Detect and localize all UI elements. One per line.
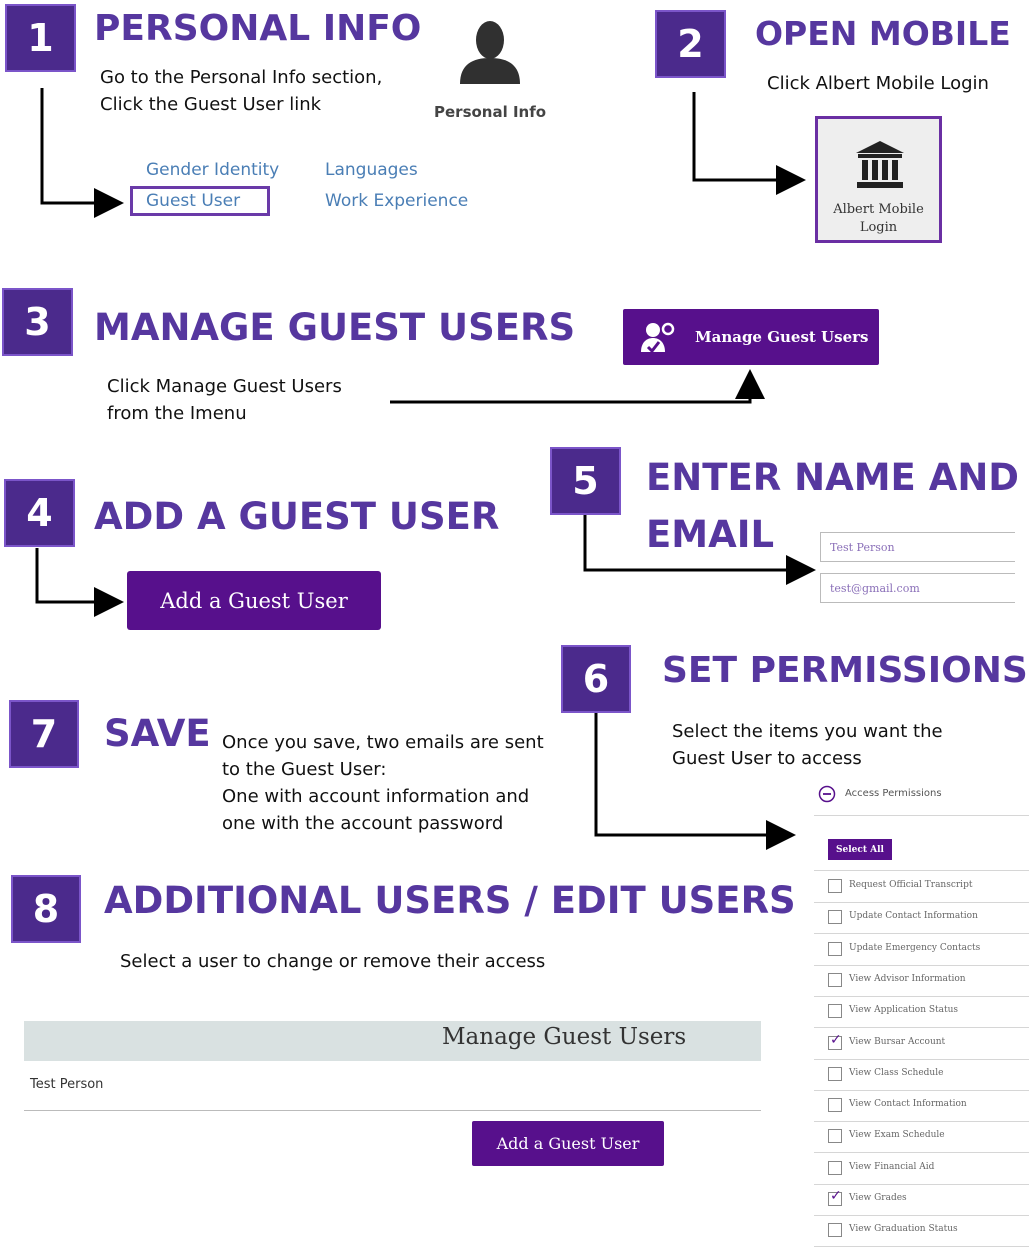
step-7-line-2: to the Guest User: bbox=[222, 759, 387, 780]
table-divider bbox=[24, 1110, 761, 1111]
permission-row[interactable]: ✓ View Grades bbox=[814, 1184, 1029, 1216]
permissions-divider bbox=[814, 815, 1029, 816]
permission-row[interactable]: View Graduation Status bbox=[814, 1215, 1029, 1247]
guest-user-row[interactable]: Test Person bbox=[30, 1077, 103, 1092]
step-7-line-4: one with the account password bbox=[222, 813, 504, 834]
permission-row[interactable]: View Class Schedule bbox=[814, 1059, 1029, 1091]
permission-checkbox[interactable]: ✓ bbox=[828, 1032, 842, 1050]
permission-label: View Bursar Account bbox=[849, 1036, 946, 1047]
manage-guest-users-label: Manage Guest Users bbox=[695, 328, 869, 346]
permission-checkbox[interactable] bbox=[828, 1098, 842, 1113]
guest-user-link[interactable]: Guest User bbox=[146, 191, 240, 211]
step-7-line-3: One with account information and bbox=[222, 786, 530, 807]
permission-row[interactable]: View Contact Information bbox=[814, 1090, 1029, 1123]
step-3-number: 3 bbox=[2, 288, 73, 356]
permission-checkbox[interactable] bbox=[828, 1160, 842, 1175]
step-6-line-1: Select the items you want the bbox=[672, 721, 943, 742]
step-6-title: SET PERMISSIONS bbox=[662, 650, 1028, 691]
step-2-number: 2 bbox=[655, 10, 726, 78]
permission-label: View Class Schedule bbox=[849, 1067, 944, 1078]
select-all-button[interactable]: Select All bbox=[828, 839, 892, 860]
permission-row[interactable]: Update Contact Information bbox=[814, 902, 1029, 935]
permission-row[interactable]: View Exam Schedule bbox=[814, 1121, 1029, 1154]
step-6-number: 6 bbox=[561, 645, 631, 713]
step-3-instructions: Click Manage Guest Users from the Imenu bbox=[107, 373, 342, 427]
step-7-instructions: Once you save, two emails are sent to th… bbox=[222, 729, 544, 837]
step-7-title: SAVE bbox=[104, 712, 211, 755]
permission-label: View Application Status bbox=[849, 1005, 959, 1016]
step-1-title: PERSONAL INFO bbox=[94, 8, 422, 49]
checkmark-icon: ✓ bbox=[830, 1188, 842, 1204]
permission-label: View Exam Schedule bbox=[849, 1130, 945, 1141]
permission-checkbox[interactable] bbox=[828, 879, 842, 893]
add-guest-user-button-bottom[interactable]: Add a Guest User bbox=[472, 1121, 664, 1166]
permission-checkbox[interactable] bbox=[828, 1129, 842, 1144]
permission-row[interactable]: View Application Status bbox=[814, 996, 1029, 1029]
permission-label: View Graduation Status bbox=[849, 1224, 958, 1235]
tile-label-line-2: Login bbox=[859, 220, 898, 235]
step-6-line-2: Guest User to access bbox=[672, 748, 862, 769]
tile-label-line-1: Albert Mobile bbox=[833, 202, 924, 217]
step-2-title: OPEN MOBILE bbox=[755, 14, 1011, 53]
step-7-line-1: Once you save, two emails are sent bbox=[222, 732, 544, 753]
step-3-line-1: Click Manage Guest Users bbox=[107, 376, 342, 397]
step-4-number: 4 bbox=[4, 479, 75, 547]
permission-checkbox[interactable] bbox=[828, 972, 842, 987]
manage-guest-users-button[interactable]: Manage Guest Users bbox=[623, 309, 879, 365]
permission-checkbox[interactable] bbox=[828, 1004, 842, 1019]
step-8-text: Select a user to change or remove their … bbox=[120, 951, 546, 972]
manage-guest-users-panel-header: Manage Guest Users bbox=[24, 1021, 761, 1061]
albert-mobile-login-tile[interactable]: Albert Mobile Login bbox=[815, 116, 942, 243]
add-guest-user-button[interactable]: Add a Guest User bbox=[127, 571, 381, 630]
name-field[interactable]: Test Person bbox=[820, 532, 1015, 562]
permission-label: View Financial Aid bbox=[849, 1161, 935, 1172]
person-icon bbox=[460, 21, 520, 84]
step-7-number: 7 bbox=[9, 700, 79, 768]
permission-checkbox[interactable] bbox=[828, 941, 842, 956]
permission-row[interactable]: Request Official Transcript bbox=[814, 871, 1029, 903]
step-8-title: ADDITIONAL USERS / EDIT USERS bbox=[104, 879, 796, 922]
collapse-circle-icon[interactable] bbox=[818, 785, 836, 803]
permission-checkbox[interactable] bbox=[828, 1066, 842, 1081]
step-1-line-1: Go to the Personal Info section, bbox=[100, 67, 383, 88]
step-5-number: 5 bbox=[550, 447, 621, 515]
step-1-number: 1 bbox=[5, 4, 76, 72]
permission-label: View Contact Information bbox=[849, 1099, 967, 1110]
checkmark-icon: ✓ bbox=[830, 1031, 842, 1048]
step-5-title-line-1: ENTER NAME AND bbox=[646, 456, 1020, 499]
step-8-number: 8 bbox=[11, 875, 81, 943]
bank-building-icon bbox=[856, 141, 904, 188]
step-3-line-2: from the Imenu bbox=[107, 403, 247, 424]
permission-checkbox[interactable] bbox=[828, 1223, 842, 1238]
permission-label: Update Contact Information bbox=[849, 911, 978, 922]
permission-label: Update Emergency Contacts bbox=[849, 942, 981, 953]
name-field-value: Test Person bbox=[830, 541, 895, 554]
permission-label: View Advisor Information bbox=[849, 973, 966, 984]
permission-row[interactable]: Update Emergency Contacts bbox=[814, 934, 1029, 966]
permission-row[interactable]: View Financial Aid bbox=[814, 1153, 1029, 1185]
step-2-text: Click Albert Mobile Login bbox=[767, 73, 989, 94]
access-permissions-label: Access Permissions bbox=[845, 788, 942, 799]
permission-checkbox[interactable] bbox=[828, 910, 842, 925]
step-1-instructions: Go to the Personal Info section, Click t… bbox=[100, 64, 382, 118]
permission-row[interactable]: ✓ View Bursar Account bbox=[814, 1028, 1029, 1060]
work-experience-link[interactable]: Work Experience bbox=[325, 191, 468, 211]
permission-label: Request Official Transcript bbox=[849, 880, 973, 890]
permission-row[interactable]: View Advisor Information bbox=[814, 965, 1029, 997]
personal-info-label: Personal Info bbox=[434, 103, 547, 121]
email-field[interactable]: test@gmail.com bbox=[820, 573, 1015, 603]
step-4-title: ADD A GUEST USER bbox=[94, 495, 500, 538]
panel-title: Manage Guest Users bbox=[442, 1024, 687, 1050]
languages-link[interactable]: Languages bbox=[325, 160, 418, 180]
email-field-value: test@gmail.com bbox=[830, 582, 920, 595]
step-5-title-line-2: EMAIL bbox=[646, 513, 775, 556]
permission-checkbox[interactable]: ✓ bbox=[828, 1188, 842, 1206]
step-1-line-2: Click the Guest User link bbox=[100, 94, 322, 115]
step-6-instructions: Select the items you want the Guest User… bbox=[672, 718, 943, 772]
permission-label: View Grades bbox=[849, 1193, 907, 1203]
user-gear-icon bbox=[641, 322, 675, 354]
step-3-title: MANAGE GUEST USERS bbox=[94, 306, 576, 349]
gender-identity-link[interactable]: Gender Identity bbox=[146, 160, 279, 180]
